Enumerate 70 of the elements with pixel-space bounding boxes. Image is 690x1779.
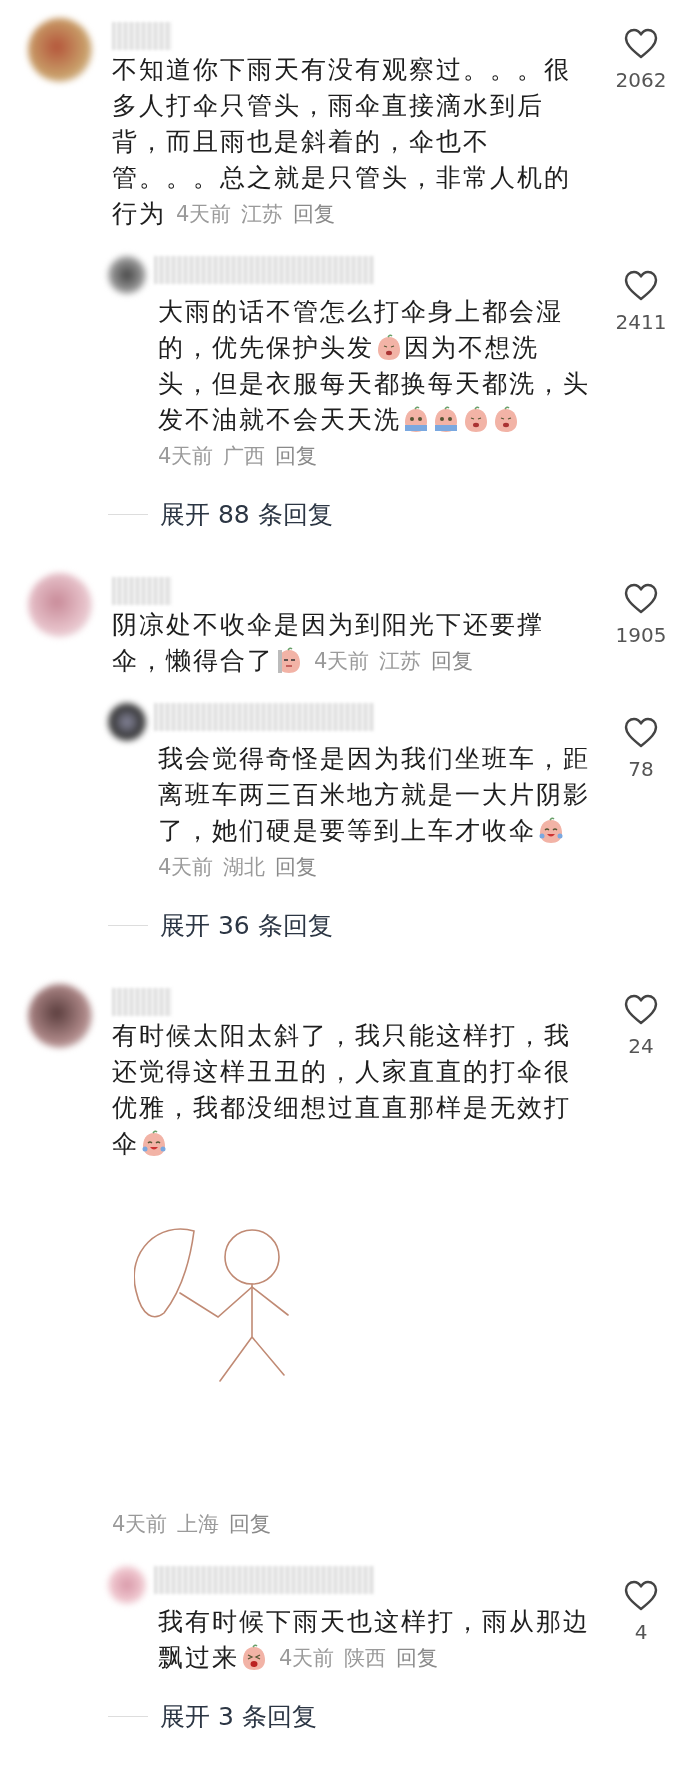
expand-replies-link[interactable]: 展开 3 条回复 — [160, 1700, 317, 1733]
time-label: 4天前 — [279, 1645, 335, 1672]
comment-text: 优雅，我都没细想过直直那样是无效打 — [112, 1092, 571, 1124]
comment-text: 头，但是衣服每天都换每天都洗，头 — [158, 368, 590, 400]
comment-text: 阴凉处不收伞是因为到阳光下还要撑 — [112, 609, 544, 641]
like-count: 78 — [628, 757, 654, 781]
comment-text: 我有时候下雨天也这样打，雨从那边 — [158, 1606, 590, 1638]
heart-icon[interactable] — [623, 717, 659, 749]
sticker-icon — [140, 1130, 168, 1158]
like-count: 2411 — [615, 310, 667, 334]
comment-text: 飘过来 — [158, 1642, 239, 1674]
comment-text: 因为不想洗 — [404, 332, 539, 364]
location-label: 江苏 — [379, 648, 422, 675]
blurred-username — [112, 988, 172, 1016]
heart-icon[interactable] — [623, 994, 659, 1026]
reply-link[interactable]: 回复 — [275, 442, 318, 470]
sticker-icon — [402, 406, 430, 434]
comment-text: 有时候太阳太斜了，我只能这样打，我 — [112, 1020, 571, 1052]
heart-icon[interactable] — [623, 583, 659, 615]
reply-link[interactable]: 回复 — [275, 853, 318, 881]
comment-text: 还觉得这样丑丑的，人家直直的打伞很 — [112, 1056, 571, 1088]
blurred-username — [112, 22, 172, 50]
heart-icon[interactable] — [623, 1580, 659, 1612]
sticker-icon — [375, 334, 403, 362]
like-count: 1905 — [615, 623, 667, 647]
avatar[interactable] — [28, 984, 92, 1048]
time-label: 4天前 — [112, 1511, 168, 1538]
comment-text: 不知道你下雨天有没有观察过。。。很 — [112, 54, 571, 86]
avatar[interactable] — [108, 256, 146, 294]
comment-text: 的，优先保护头发 — [158, 332, 374, 364]
expand-replies-link[interactable]: 展开 36 条回复 — [160, 909, 333, 942]
time-label: 4天前 — [176, 201, 232, 228]
comment-text: 管。。。总之就是只管头，非常人机的 — [112, 162, 571, 194]
like-count: 24 — [628, 1034, 654, 1058]
reply-link[interactable]: 回复 — [431, 647, 474, 675]
comment-text: 背，而且雨也是斜着的，伞也不 — [112, 126, 490, 158]
time-label: 4天前 — [314, 648, 370, 675]
location-label: 陕西 — [344, 1645, 387, 1672]
location-label: 广西 — [223, 443, 266, 470]
avatar[interactable] — [108, 703, 146, 741]
comment-text: 多人打伞只管头，雨伞直接滴水到后 — [112, 90, 544, 122]
like-count: 4 — [634, 1620, 648, 1644]
sticker-icon — [537, 817, 565, 845]
comment-text: 我会觉得奇怪是因为我们坐班车，距 — [158, 743, 590, 775]
location-label: 湖北 — [223, 854, 266, 881]
sticker-icon — [432, 406, 460, 434]
reply-link[interactable]: 回复 — [396, 1644, 439, 1672]
comment-text: 大雨的话不管怎么打伞身上都会湿 — [158, 296, 563, 328]
location-label: 江苏 — [241, 201, 284, 228]
heart-icon[interactable] — [623, 28, 659, 60]
time-label: 4天前 — [158, 443, 214, 470]
reply-link[interactable]: 回复 — [293, 200, 336, 228]
location-label: 上海 — [177, 1511, 220, 1538]
heart-icon[interactable] — [623, 270, 659, 302]
comment-text: 行为 — [112, 198, 166, 230]
time-label: 4天前 — [158, 854, 214, 881]
sticker-icon — [275, 647, 303, 675]
blurred-username — [112, 577, 172, 605]
expand-replies-link[interactable]: 展开 88 条回复 — [160, 498, 333, 531]
sticker-icon — [240, 1644, 268, 1672]
sticker-icon — [462, 406, 490, 434]
comment-text: 了，她们硬是要等到上车才收伞 — [158, 815, 536, 847]
avatar[interactable] — [28, 18, 92, 82]
reply-link[interactable]: 回复 — [229, 1510, 272, 1538]
sticker-icon — [492, 406, 520, 434]
comment-text: 离班车两三百米地方就是一大片阴影 — [158, 779, 590, 811]
comment-text: 伞，懒得合了 — [112, 645, 274, 677]
comment-text: 伞 — [112, 1128, 139, 1160]
like-count: 2062 — [615, 68, 667, 92]
comment-text: 发不油就不会天天洗 — [158, 404, 401, 436]
